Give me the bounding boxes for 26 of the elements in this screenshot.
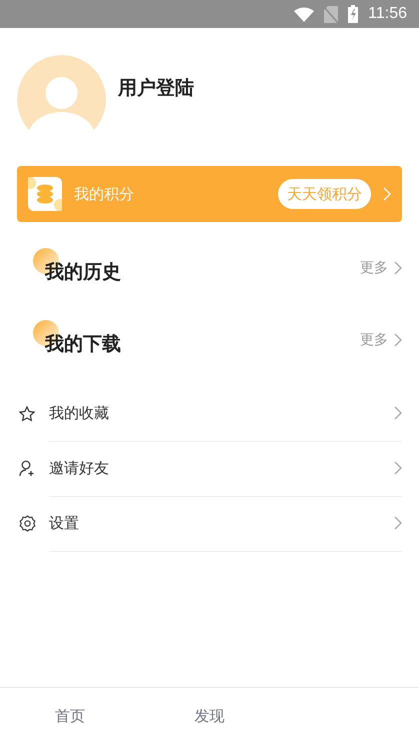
login-label[interactable]: 用户登陆 [118, 75, 194, 144]
chevron-icon [394, 406, 402, 420]
settings-icon [19, 515, 36, 532]
menu-item[interactable]: 邀请好友 [49, 458, 394, 478]
add-user-icon [19, 460, 35, 477]
coins-icon [28, 177, 62, 211]
chevron-icon [394, 516, 402, 530]
status-time: 11:56 [368, 5, 407, 23]
chevron-icon [394, 261, 402, 275]
tab[interactable]: 发现 [194, 706, 224, 726]
star-icon [19, 406, 35, 422]
more-link[interactable]: 更多 [360, 331, 388, 349]
chevron-icon [383, 187, 391, 201]
section-title: 我的历史 [45, 260, 121, 285]
battery-charging-icon [348, 5, 358, 23]
menu-item[interactable]: 我的收藏 [49, 404, 394, 422]
section-title: 我的下载 [45, 332, 121, 357]
wifi-icon [294, 6, 314, 22]
more-link[interactable]: 更多 [360, 259, 388, 277]
avatar[interactable] [17, 55, 106, 144]
no-sim-icon [324, 6, 338, 22]
tab[interactable]: 首页 [54, 706, 85, 726]
menu-item[interactable]: 设置 [49, 514, 394, 532]
chevron-icon [394, 461, 402, 475]
chevron-icon [394, 333, 402, 347]
points-label: 我的积分 [74, 184, 135, 204]
